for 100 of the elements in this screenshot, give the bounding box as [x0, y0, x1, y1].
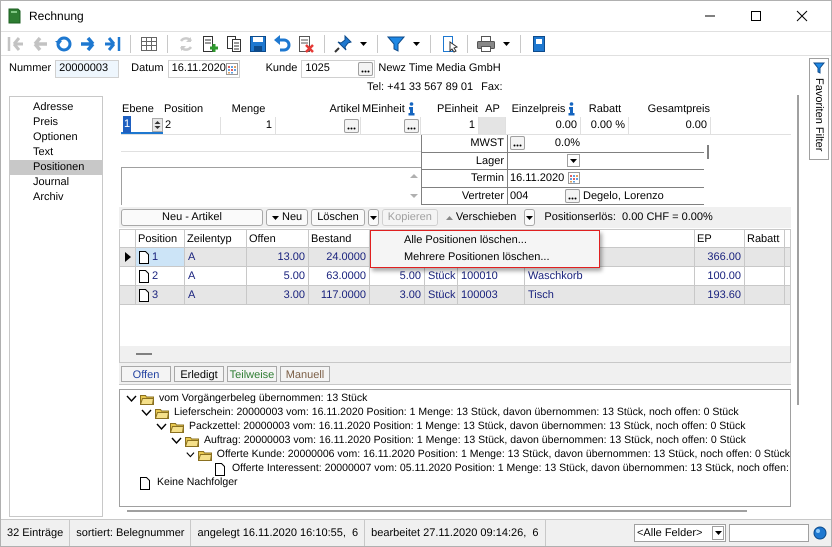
number-field[interactable]: 0.00: [506, 117, 581, 134]
column-label: MEinheit: [362, 102, 405, 116]
sidebar-item[interactable]: Adresse: [10, 100, 102, 115]
column-label: Rabatt: [588, 102, 622, 116]
field-label: MWST: [422, 135, 508, 152]
column-label: PEinheit: [437, 102, 478, 116]
filter-button[interactable]: Manuell: [280, 366, 330, 382]
column-header[interactable]: Zeilentyp: [185, 230, 247, 247]
dropdown-caret-icon[interactable]: [360, 42, 366, 46]
search-field[interactable]: [729, 524, 809, 542]
filter-icon[interactable]: [386, 34, 406, 54]
dropdown-button[interactable]: [524, 209, 536, 226]
favorites-filter-tab[interactable]: Favoriten Filter: [809, 58, 829, 160]
number-field[interactable]: 0.00: [629, 117, 711, 134]
filter-button[interactable]: Erledigt: [174, 366, 224, 382]
history-entry: Auftrag: 20000003 vom: 16.11.2020 Position: 1 Menge: 13 Stück, davon übernommen: 13 Stück, noch offen: 0 Stück: [204, 433, 746, 448]
scrollbar-thumb[interactable]: [136, 353, 152, 355]
field-filter-dropdown[interactable]: <Alle Felder>: [634, 524, 726, 542]
table-cell-text: 5.00: [400, 268, 421, 284]
undo-icon[interactable]: [272, 34, 292, 54]
revenue-summary: Positionserlös: 0.00 CHF = 0.00%: [544, 210, 713, 226]
fax-text: Fax:: [481, 80, 503, 95]
column-header[interactable]: EP: [695, 230, 745, 247]
delete-button[interactable]: Löschen: [311, 209, 365, 226]
filter-button[interactable]: Teilweise: [227, 366, 277, 382]
scrollbar-thumb[interactable]: [127, 510, 747, 512]
pin-icon[interactable]: [333, 34, 353, 54]
history-entry: Lieferschein: 20000003 vom: 16.11.2020 Position: 1 Menge: 13 Stück, davon übernommen: 13 Stück, noch offen: 0 Stück: [174, 405, 739, 420]
column-header[interactable]: Rabatt: [745, 230, 785, 247]
column-label: Position: [164, 102, 204, 116]
position-field[interactable]: 2: [163, 117, 221, 134]
date-field[interactable]: 16.11.2020: [168, 60, 240, 78]
vat-value: 0.0%: [554, 136, 580, 151]
level-spinner[interactable]: 1: [121, 117, 163, 134]
up-caret-icon: [446, 216, 453, 220]
sidebar-item[interactable]: Journal: [10, 175, 102, 190]
menu-item[interactable]: Alle Positionen löschen...: [371, 232, 599, 249]
sidebar-item[interactable]: Positionen: [10, 160, 102, 175]
delete-icon[interactable]: [296, 34, 316, 54]
save-icon[interactable]: [248, 34, 268, 54]
status-text: angelegt 16.11.2020 16:10:55, 6: [191, 520, 366, 546]
scrollbar-thumb[interactable]: [707, 145, 709, 159]
caret-icon: [370, 216, 377, 220]
sidebar-item[interactable]: Optionen: [10, 130, 102, 145]
spin-arrows-icon[interactable]: [152, 118, 163, 132]
field-label: Termin: [422, 170, 508, 186]
filter-button[interactable]: Offen: [121, 366, 171, 382]
copy-icon[interactable]: [224, 34, 244, 54]
date-value: 16.11.2020: [510, 171, 565, 186]
document-icon: [215, 462, 225, 476]
column-header[interactable]: Offen: [247, 230, 309, 247]
dropdown-caret-icon[interactable]: [412, 42, 420, 46]
chevron-icon[interactable]: [141, 409, 152, 417]
number-field[interactable]: 20000003: [55, 60, 120, 78]
number-field[interactable]: 1: [221, 117, 276, 134]
document-icon: [140, 476, 150, 490]
history-entry: Packzettel: 20000003 vom: 16.11.2020 Position: 1 Menge: 13 Stück, davon übernommen: 13 Stück, noch offen: 0 Stück: [189, 419, 746, 434]
dropdown-caret-icon[interactable]: [502, 42, 510, 46]
calendar-icon[interactable]: [226, 62, 238, 74]
ellipsis-button[interactable]: [510, 136, 525, 150]
history-entry: Keine Nachfolger: [157, 475, 238, 490]
table-cell-text: Waschkorb: [528, 268, 583, 284]
chevron-icon[interactable]: [126, 395, 137, 403]
sidebar-item[interactable]: Preis: [10, 115, 102, 130]
new-document-icon[interactable]: [200, 34, 220, 54]
ellipsis-button[interactable]: [404, 118, 419, 132]
table-cell-text: 1: [152, 250, 158, 265]
field-label: Nummer: [9, 61, 52, 76]
chevron-icon[interactable]: [186, 451, 195, 459]
field-label: Vertreter: [422, 188, 508, 204]
customer-field[interactable]: 1025: [301, 60, 376, 78]
history-icon[interactable]: [54, 34, 74, 54]
globe-icon[interactable]: [813, 526, 827, 540]
table-cell-text: 366.00: [707, 250, 741, 265]
chevron-icon[interactable]: [156, 423, 167, 431]
table-cell-text: 193.60: [707, 288, 741, 303]
code-value: 004: [510, 188, 530, 204]
folder-icon: [185, 435, 199, 447]
field-label: Kunde: [266, 61, 298, 76]
menu-item[interactable]: Mehrere Positionen löschen...: [371, 249, 599, 266]
caret-icon: [526, 216, 534, 220]
calendar-icon[interactable]: [568, 172, 580, 184]
scrollbar-thumb[interactable]: [797, 95, 799, 405]
ellipsis-button[interactable]: [565, 188, 580, 203]
table-cell-text: 3.00: [400, 288, 421, 303]
lookup-button[interactable]: [358, 62, 374, 76]
caret-icon: [714, 531, 722, 535]
move-button[interactable]: Verschieben: [440, 209, 522, 226]
new-article-button[interactable]: Neu - Artikel: [121, 209, 263, 226]
chevron-icon[interactable]: [171, 437, 182, 445]
number-field[interactable]: 0.00 %: [581, 117, 629, 134]
ellipsis-button[interactable]: [344, 118, 359, 132]
sidebar-item[interactable]: Archiv: [10, 190, 102, 205]
new-button[interactable]: Neu: [266, 209, 308, 226]
history-entry: Offerte Kunde: 20000006 vom: 16.11.2020 Position: 1 Menge: 13 Stück, davon übernommen: 13 Stück, noch offen: 0 Stück: [216, 447, 790, 462]
column-header[interactable]: Position: [136, 230, 185, 247]
caret-icon: [272, 216, 279, 220]
sidebar-item[interactable]: Text: [10, 145, 102, 160]
dropdown-button[interactable]: [368, 209, 379, 226]
print-icon[interactable]: [476, 34, 496, 54]
